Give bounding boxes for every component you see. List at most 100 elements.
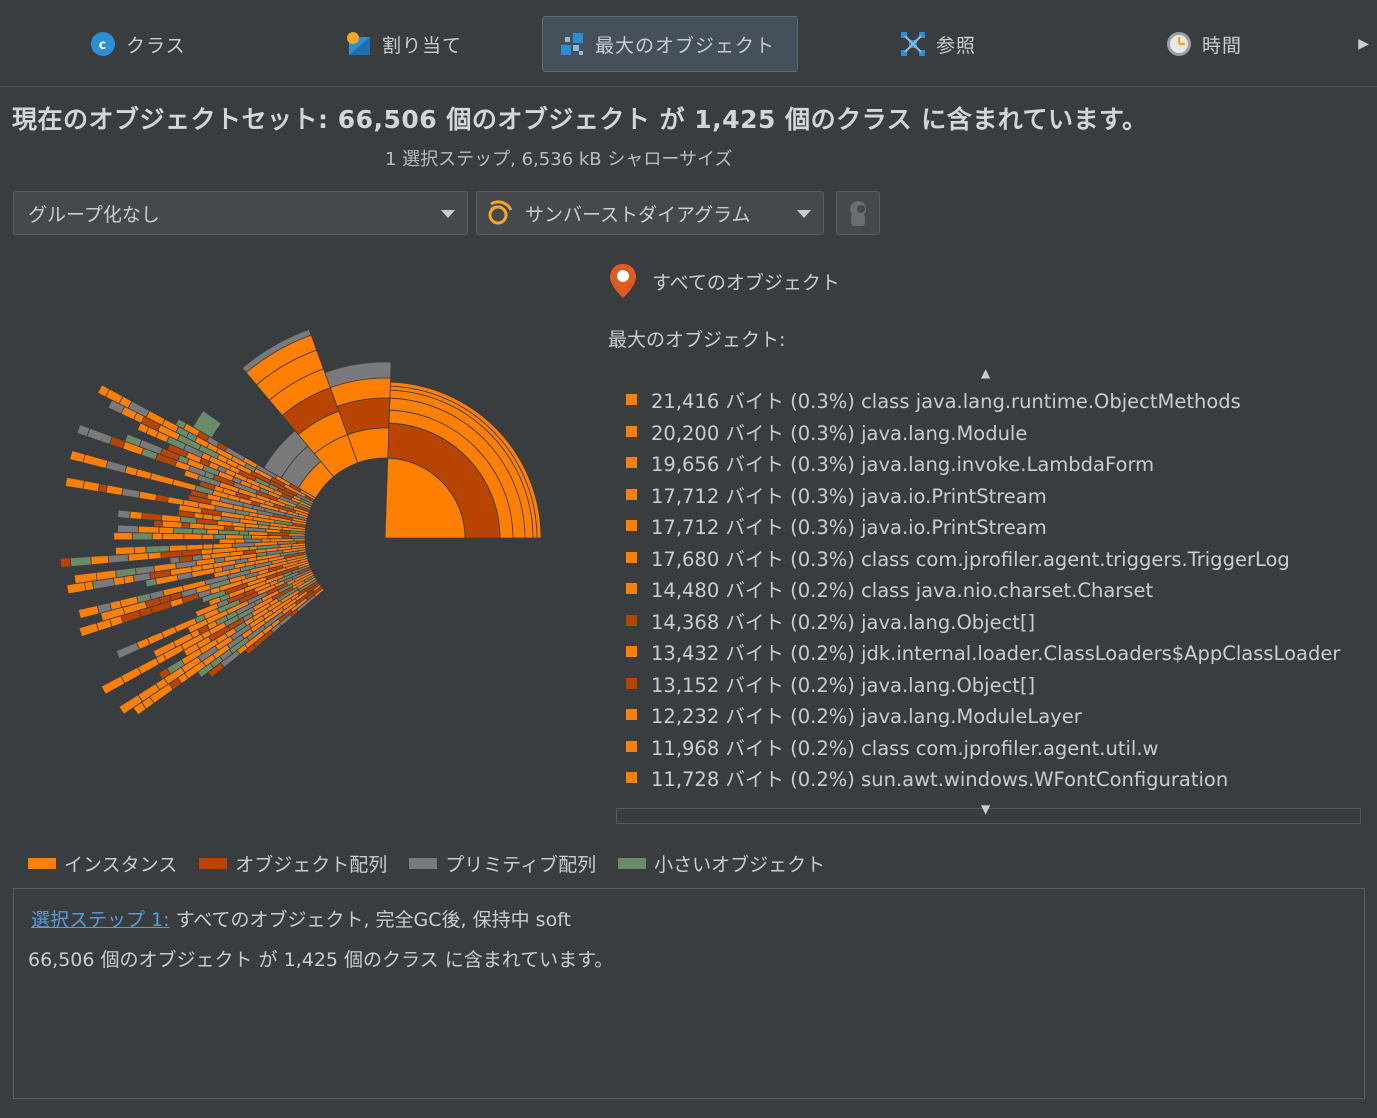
- selection-step-link[interactable]: 選択ステップ 1:: [31, 909, 170, 931]
- sunburst-segment[interactable]: [155, 494, 169, 504]
- sunburst-segment[interactable]: [173, 527, 194, 535]
- sunburst-segment[interactable]: [59, 557, 72, 568]
- sunburst-segment[interactable]: [90, 554, 110, 566]
- list-item[interactable]: 20,200 バイト (0.3%) java.lang.Module: [616, 416, 1361, 448]
- tab-scroll-right-icon[interactable]: ▶: [1358, 36, 1369, 52]
- sunburst-segment[interactable]: [105, 484, 124, 496]
- sunburst-segment[interactable]: [86, 427, 113, 445]
- sunburst-segment[interactable]: [117, 509, 131, 519]
- tab-biggest-objects[interactable]: 最大のオブジェクト: [542, 16, 798, 72]
- list-item[interactable]: 11,968 バイト (0.2%) class com.jprofiler.ag…: [616, 731, 1361, 763]
- list-item[interactable]: 11,728 バイト (0.2%) sun.awt.windows.WFontC…: [616, 762, 1361, 794]
- sunburst-segment[interactable]: [149, 472, 175, 486]
- sunburst-segment[interactable]: [192, 528, 208, 535]
- legend-item-object-arrays: オブジェクト配列: [199, 850, 387, 877]
- references-icon: [900, 31, 926, 57]
- sunburst-segment[interactable]: [78, 622, 100, 638]
- sunburst-segment[interactable]: [238, 530, 249, 536]
- sunburst-segment[interactable]: [107, 553, 130, 564]
- sunburst-segment[interactable]: [120, 666, 143, 684]
- sunburst-segment[interactable]: [147, 551, 162, 560]
- sunburst-segment[interactable]: [201, 533, 215, 540]
- list-item[interactable]: 19,656 バイト (0.3%) java.lang.invoke.Lambd…: [616, 447, 1361, 479]
- sunburst-segment[interactable]: [113, 531, 133, 541]
- list-item[interactable]: 17,680 バイト (0.3%) class com.jprofiler.ag…: [616, 542, 1361, 574]
- sunburst-segment[interactable]: [64, 476, 85, 490]
- scroll-down-icon[interactable]: ▼: [981, 802, 990, 816]
- sunburst-segment[interactable]: [123, 574, 135, 585]
- tab-allocations[interactable]: 割り当て: [346, 16, 462, 72]
- object-kind-swatch: [626, 457, 637, 469]
- sunburst-segment[interactable]: [138, 490, 158, 502]
- list-item[interactable]: 14,480 バイト (0.2%) class java.nio.charset…: [616, 573, 1361, 605]
- page-title: 現在のオブジェクトセット: 66,506 個のオブジェクト が 1,425 個の…: [12, 105, 1148, 134]
- tab-time[interactable]: 時間: [1166, 16, 1242, 72]
- svg-text:c: c: [99, 38, 108, 53]
- sunburst-segment[interactable]: [161, 532, 185, 540]
- sunburst-segment[interactable]: [82, 453, 109, 469]
- object-kind-swatch: [626, 551, 637, 563]
- biggest-objects-label: 最大のオブジェクト:: [608, 329, 786, 351]
- sunburst-segment[interactable]: [251, 534, 269, 540]
- sunburst-segment[interactable]: [124, 465, 139, 477]
- sunburst-segment[interactable]: [115, 641, 141, 660]
- sunburst-segment[interactable]: [69, 450, 86, 464]
- sunburst-segment[interactable]: [100, 675, 126, 695]
- sunburst-segment[interactable]: [69, 556, 92, 568]
- sunburst-segment[interactable]: [144, 578, 158, 588]
- object-filter: すべてのオブジェクト: [608, 262, 840, 300]
- list-item[interactable]: 13,152 バイト (0.2%) java.lang.Object[]: [616, 668, 1361, 700]
- sunburst-segment[interactable]: [267, 535, 283, 540]
- list-item[interactable]: 17,712 バイト (0.3%) java.io.PrintStream: [616, 479, 1361, 511]
- sunburst-segment[interactable]: [171, 478, 197, 492]
- sunburst-segment[interactable]: [121, 487, 141, 499]
- list-item[interactable]: 12,232 バイト (0.2%) java.lang.ModuleLayer: [616, 699, 1361, 731]
- sunburst-segment[interactable]: [166, 496, 185, 506]
- sunburst-icon: [487, 200, 513, 226]
- sunburst-segment[interactable]: [183, 533, 203, 540]
- sunburst-segment[interactable]: [137, 525, 160, 534]
- grouping-select[interactable]: グループ化なし: [13, 191, 468, 235]
- list-item[interactable]: 17,712 バイト (0.3%) java.io.PrintStream: [616, 510, 1361, 542]
- tab-classes[interactable]: c クラス: [90, 16, 186, 72]
- sunburst-segment[interactable]: [112, 576, 126, 587]
- sunburst-segment[interactable]: [206, 528, 219, 535]
- sunburst-segment[interactable]: [95, 618, 113, 632]
- sunburst-segment[interactable]: [137, 657, 160, 675]
- biggest-objects-list[interactable]: ▲ 21,416 バイト (0.3%) class java.lang.runt…: [616, 366, 1361, 824]
- object-kind-swatch: [626, 646, 637, 658]
- sunburst-segment[interactable]: [133, 545, 147, 555]
- list-item[interactable]: 14,368 バイト (0.2%) java.lang.Object[]: [616, 605, 1361, 637]
- sunburst-segment[interactable]: [105, 460, 128, 474]
- sunburst-segment[interactable]: [129, 510, 143, 520]
- sunburst-segment[interactable]: [158, 526, 175, 534]
- sunburst-segment[interactable]: [243, 534, 253, 540]
- time-clock-icon: [1166, 31, 1192, 57]
- sunburst-segment[interactable]: [117, 524, 139, 534]
- sunburst-segment[interactable]: [135, 468, 153, 480]
- inspection-button[interactable]: [836, 191, 880, 235]
- chevron-down-icon: [797, 210, 811, 218]
- grouping-select-value: グループ化なし: [28, 203, 160, 226]
- list-item[interactable]: 13,432 バイト (0.2%) jdk.internal.loader.Cl…: [616, 636, 1361, 668]
- sunburst-segment[interactable]: [141, 512, 163, 522]
- tab-references[interactable]: 参照: [900, 16, 976, 72]
- sunburst-segment[interactable]: [225, 534, 244, 540]
- sunburst-segment[interactable]: [213, 534, 227, 540]
- sunburst-diagram[interactable]: [0, 250, 590, 830]
- tab-label: 時間: [1202, 34, 1243, 57]
- list-rows: 21,416 バイト (0.3%) class java.lang.runtim…: [616, 384, 1361, 808]
- sunburst-segment[interactable]: [181, 521, 191, 529]
- sunburst-segment[interactable]: [66, 581, 87, 595]
- sunburst-segment[interactable]: [146, 631, 165, 646]
- sunburst-segment[interactable]: [82, 480, 100, 492]
- sunburst-segment[interactable]: [77, 605, 100, 619]
- sunburst-segment[interactable]: [151, 532, 163, 541]
- sunburst-segment[interactable]: [131, 532, 153, 541]
- sunburst-segment[interactable]: [153, 519, 163, 528]
- sunburst-segment[interactable]: [76, 424, 91, 438]
- scroll-up-icon[interactable]: ▲: [981, 366, 990, 380]
- sunburst-segment[interactable]: [127, 552, 150, 562]
- view-mode-select[interactable]: サンバーストダイアグラム: [476, 191, 824, 235]
- list-item[interactable]: 21,416 バイト (0.3%) class java.lang.runtim…: [616, 384, 1361, 416]
